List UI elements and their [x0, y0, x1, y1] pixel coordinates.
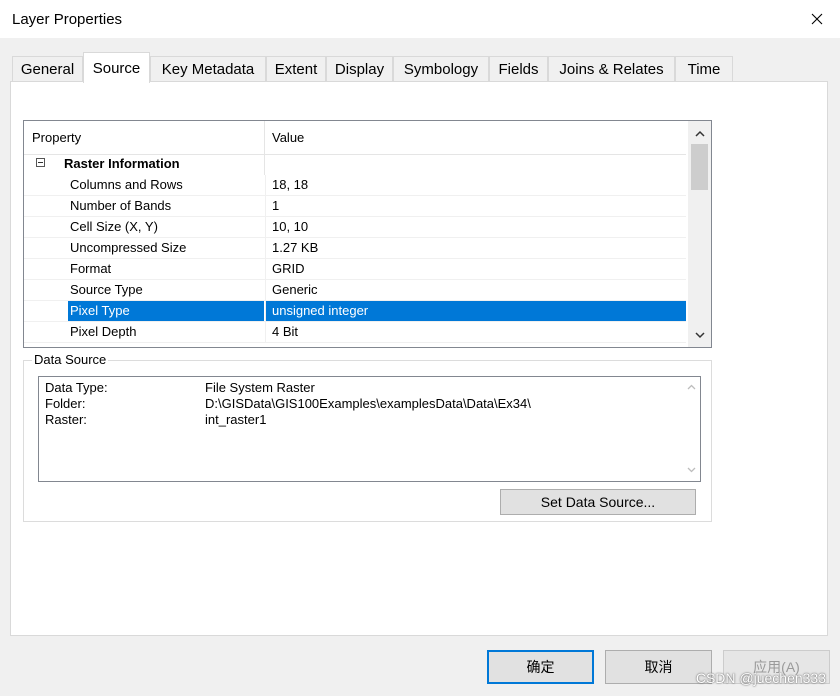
property-name: Format — [70, 261, 112, 276]
table-row[interactable]: Cell Size (X, Y) 10, 10 — [24, 217, 686, 238]
property-name: Cell Size (X, Y) — [70, 219, 158, 234]
property-value: 18, 18 — [265, 175, 686, 195]
column-header-value[interactable]: Value — [272, 130, 304, 145]
table-row[interactable]: Pixel Depth 4 Bit — [24, 322, 686, 343]
window-title: Layer Properties — [12, 11, 123, 28]
title-bar: Layer Properties — [0, 0, 840, 38]
table-row[interactable]: Source Type Generic — [24, 280, 686, 301]
tab-time[interactable]: Time — [675, 56, 733, 82]
data-source-label: Data Source — [32, 352, 109, 367]
folder-value: D:\GISData\GIS100Examples\examplesData\D… — [205, 396, 531, 411]
scroll-up-button[interactable] — [688, 123, 711, 143]
data-type-value: File System Raster — [205, 380, 315, 395]
table-row[interactable]: Uncompressed Size 1.27 KB — [24, 238, 686, 259]
folder-key: Folder: — [45, 396, 86, 411]
raster-key: Raster: — [45, 412, 87, 427]
tab-joins-relates[interactable]: Joins & Relates — [548, 56, 675, 82]
tab-source[interactable]: Source — [83, 52, 150, 83]
scroll-thumb[interactable] — [691, 144, 708, 190]
property-value: 4 Bit — [265, 322, 686, 342]
property-name: Number of Bands — [70, 198, 172, 213]
scroll-up-button[interactable] — [682, 379, 700, 395]
tab-key-metadata[interactable]: Key Metadata — [150, 56, 266, 82]
source-tab-panel: Property Value Raster Information Column… — [10, 81, 828, 636]
category-label: Raster Information — [64, 156, 180, 171]
close-button[interactable] — [794, 0, 840, 38]
data-source-group: Data Source Data Type: File System Raste… — [23, 352, 712, 522]
property-value: 10, 10 — [265, 217, 686, 237]
grid-scrollbar[interactable] — [688, 121, 711, 347]
scroll-down-button[interactable] — [688, 325, 711, 345]
tab-fields[interactable]: Fields — [489, 56, 548, 82]
grid-rows: Raster Information Columns and Rows 18, … — [24, 154, 686, 343]
column-divider[interactable] — [264, 121, 265, 154]
property-name: Pixel Depth — [70, 324, 137, 339]
collapse-icon[interactable] — [36, 158, 45, 167]
tab-display[interactable]: Display — [326, 56, 393, 82]
property-name: Pixel Type — [68, 301, 264, 321]
chevron-down-icon — [687, 467, 695, 473]
close-icon — [811, 13, 823, 25]
property-value: GRID — [265, 259, 686, 279]
tab-general[interactable]: General — [12, 56, 83, 82]
raster-value: int_raster1 — [205, 412, 267, 427]
tab-extent[interactable]: Extent — [266, 56, 326, 82]
raster-property-grid[interactable]: Property Value Raster Information Column… — [23, 120, 712, 348]
property-value: 1 — [265, 196, 686, 216]
chevron-up-icon — [687, 384, 695, 390]
grid-header: Property Value — [24, 121, 686, 155]
table-row[interactable]: Number of Bands 1 — [24, 196, 686, 217]
property-value: 1.27 KB — [265, 238, 686, 258]
watermark: CSDN @juechen333 — [695, 670, 826, 686]
property-name: Source Type — [70, 282, 143, 297]
chevron-down-icon — [694, 331, 705, 338]
chevron-up-icon — [694, 130, 705, 137]
scroll-down-button[interactable] — [682, 462, 700, 478]
data-type-key: Data Type: — [45, 380, 108, 395]
property-name: Uncompressed Size — [70, 240, 187, 255]
property-value: Generic — [265, 280, 686, 300]
table-row[interactable]: Format GRID — [24, 259, 686, 280]
column-header-property[interactable]: Property — [32, 130, 81, 145]
textbox-scrollbar[interactable] — [682, 377, 700, 481]
ok-button[interactable]: 确定 — [487, 650, 594, 684]
category-row[interactable]: Raster Information — [24, 154, 686, 175]
tab-symbology[interactable]: Symbology — [393, 56, 489, 82]
property-value: unsigned integer — [265, 301, 686, 321]
table-row-selected[interactable]: Pixel Type unsigned integer — [24, 301, 686, 322]
layer-properties-dialog: Layer Properties General Source Key Meta… — [0, 0, 840, 696]
data-source-textbox[interactable]: Data Type: File System Raster Folder: D:… — [38, 376, 701, 482]
set-data-source-button[interactable]: Set Data Source... — [500, 489, 696, 515]
table-row[interactable]: Columns and Rows 18, 18 — [24, 175, 686, 196]
property-name: Columns and Rows — [70, 177, 183, 192]
